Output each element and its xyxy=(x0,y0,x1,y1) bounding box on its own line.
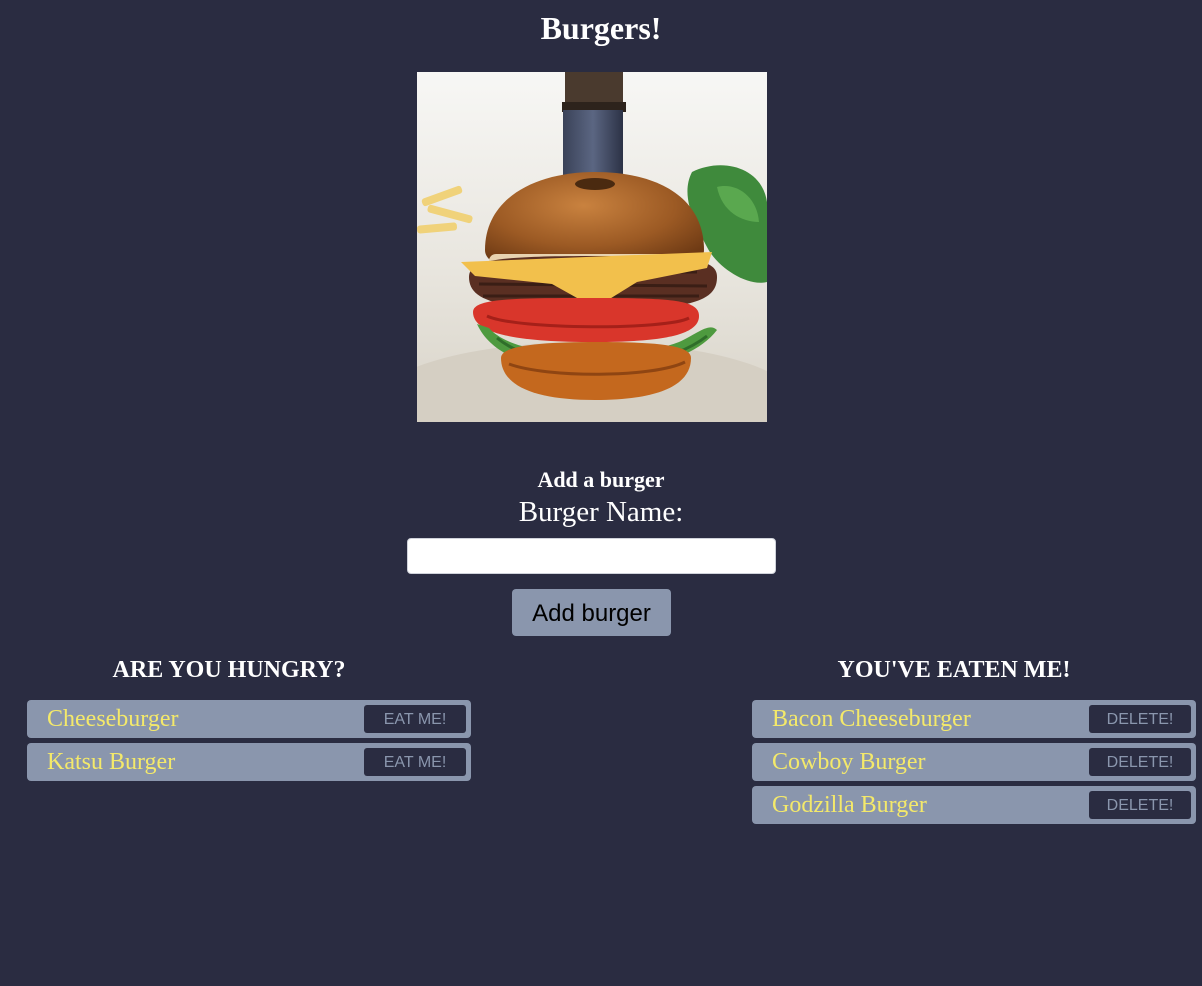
list-item: Cowboy Burger DELETE! xyxy=(752,743,1196,781)
eaten-list: Bacon Cheeseburger DELETE! Cowboy Burger… xyxy=(752,700,1196,829)
form-heading: Add a burger xyxy=(537,467,665,492)
burger-name-label: Burger Name: xyxy=(518,496,684,528)
list-item: Bacon Cheeseburger DELETE! xyxy=(752,700,1196,738)
burger-name-input[interactable] xyxy=(407,538,776,574)
burger-name: Cowboy Burger xyxy=(772,749,926,775)
eat-me-button[interactable]: EAT ME! xyxy=(364,705,466,733)
hungry-heading: ARE YOU HUNGRY? xyxy=(112,657,346,683)
burger-name: Godzilla Burger xyxy=(772,792,927,818)
burger-name: Bacon Cheeseburger xyxy=(772,706,971,732)
hungry-list: Cheeseburger EAT ME! Katsu Burger EAT ME… xyxy=(27,700,471,786)
burger-photo xyxy=(417,72,767,422)
list-item: Cheeseburger EAT ME! xyxy=(27,700,471,738)
delete-button[interactable]: DELETE! xyxy=(1089,791,1191,819)
delete-button[interactable]: DELETE! xyxy=(1089,705,1191,733)
delete-button[interactable]: DELETE! xyxy=(1089,748,1191,776)
burger-name: Cheeseburger xyxy=(47,706,179,732)
burger-name: Katsu Burger xyxy=(47,749,176,775)
eaten-heading: YOU'VE EATEN ME! xyxy=(837,657,1071,683)
page-title: Burgers! xyxy=(540,10,662,46)
list-item: Godzilla Burger DELETE! xyxy=(752,786,1196,824)
list-item: Katsu Burger EAT ME! xyxy=(27,743,471,781)
eat-me-button[interactable]: EAT ME! xyxy=(364,748,466,776)
add-burger-button[interactable]: Add burger xyxy=(512,589,671,636)
